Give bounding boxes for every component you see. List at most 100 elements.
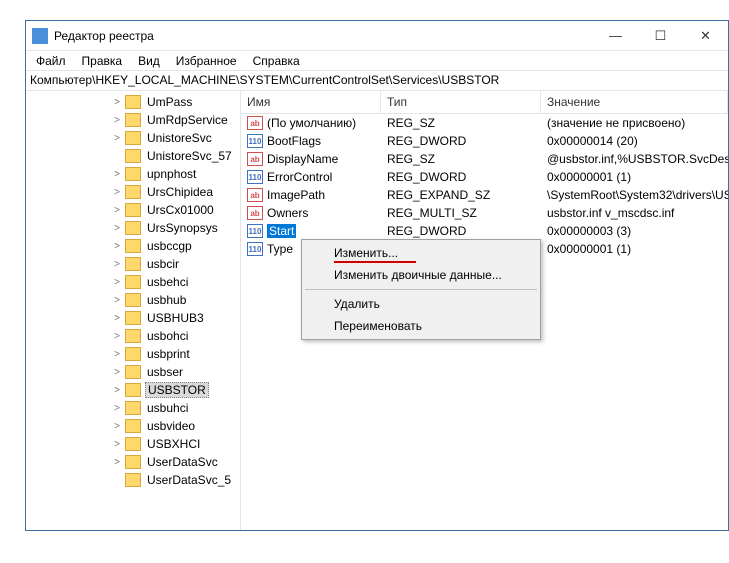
expand-icon[interactable]: > xyxy=(111,133,123,144)
expand-icon[interactable]: > xyxy=(111,457,123,468)
address-bar[interactable]: Компьютер\HKEY_LOCAL_MACHINE\SYSTEM\Curr… xyxy=(26,71,728,91)
folder-icon xyxy=(125,185,141,199)
expand-icon[interactable]: > xyxy=(111,367,123,378)
expand-icon[interactable]: > xyxy=(111,349,123,360)
tree-item-label: UserDataSvc_5 xyxy=(145,473,233,487)
value-name: Type xyxy=(267,242,293,256)
app-icon xyxy=(32,28,48,44)
value-name: DisplayName xyxy=(267,152,338,166)
tree-item-label: usbser xyxy=(145,365,185,379)
tree-item[interactable]: > usbser xyxy=(26,363,240,381)
menu-view[interactable]: Вид xyxy=(130,52,168,70)
value-row[interactable]: 110BootFlagsREG_DWORD0x00000014 (20) xyxy=(241,132,728,150)
value-row[interactable]: ab(По умолчанию)REG_SZ(значение не присв… xyxy=(241,114,728,132)
ctx-delete[interactable]: Удалить xyxy=(304,293,538,315)
ctx-modify[interactable]: Изменить... xyxy=(304,242,538,264)
tree-item[interactable]: >USBSTOR xyxy=(26,381,240,399)
tree-item-label: UserDataSvc xyxy=(145,455,220,469)
expand-icon[interactable]: > xyxy=(111,277,123,288)
folder-icon xyxy=(125,221,141,235)
tree-item[interactable]: >USBXHCI xyxy=(26,435,240,453)
tree-item-label: usbvideo xyxy=(145,419,197,433)
minimize-button[interactable]: — xyxy=(593,21,638,50)
value-row[interactable]: abDisplayNameREG_SZ@usbstor.inf,%USBSTOR… xyxy=(241,150,728,168)
expand-icon[interactable]: > xyxy=(111,241,123,252)
folder-icon xyxy=(125,293,141,307)
column-value[interactable]: Значение xyxy=(541,91,728,113)
tree-item[interactable]: >UrsSynopsys xyxy=(26,219,240,237)
ctx-modify-binary[interactable]: Изменить двоичные данные... xyxy=(304,264,538,286)
tree-item[interactable]: > upnphost xyxy=(26,165,240,183)
tree-item[interactable]: > usbcir xyxy=(26,255,240,273)
ctx-rename[interactable]: Переименовать xyxy=(304,315,538,337)
tree-item[interactable]: UserDataSvc_5 xyxy=(26,471,240,489)
expand-icon[interactable]: > xyxy=(111,115,123,126)
value-data: (значение не присвоено) xyxy=(541,116,728,130)
tree-item[interactable]: > usbehci xyxy=(26,273,240,291)
tree-item[interactable]: UnistoreSvc_57 xyxy=(26,147,240,165)
folder-icon xyxy=(125,365,141,379)
expand-icon[interactable]: > xyxy=(111,259,123,270)
expand-icon[interactable]: > xyxy=(111,169,123,180)
expand-icon[interactable]: > xyxy=(111,295,123,306)
expand-icon[interactable]: > xyxy=(111,223,123,234)
folder-icon xyxy=(125,239,141,253)
folder-icon xyxy=(125,473,141,487)
tree-item-label: usbccgp xyxy=(145,239,194,253)
maximize-button[interactable]: ☐ xyxy=(638,21,683,50)
menu-file[interactable]: Файл xyxy=(28,52,74,70)
columns-header: Имя Тип Значение xyxy=(241,91,728,114)
values-pane[interactable]: Имя Тип Значение ab(По умолчанию)REG_SZ(… xyxy=(241,91,728,530)
tree-item[interactable]: > USBHUB3 xyxy=(26,309,240,327)
tree-item[interactable]: > UserDataSvc xyxy=(26,453,240,471)
tree-item[interactable]: >UrsChipidea xyxy=(26,183,240,201)
tree-item[interactable]: >usbuhci xyxy=(26,399,240,417)
value-row[interactable]: abImagePathREG_EXPAND_SZ\SystemRoot\Syst… xyxy=(241,186,728,204)
tree-item-label: USBHUB3 xyxy=(145,311,206,325)
menu-favorites[interactable]: Избранное xyxy=(168,52,245,70)
expand-icon[interactable]: > xyxy=(111,385,123,396)
tree-item[interactable]: >UmRdpService xyxy=(26,111,240,129)
column-name[interactable]: Имя xyxy=(241,91,381,113)
expand-icon[interactable]: > xyxy=(111,439,123,450)
tree-item[interactable]: >UmPass xyxy=(26,93,240,111)
expand-icon[interactable]: > xyxy=(111,205,123,216)
tree-item[interactable]: >UrsCx01000 xyxy=(26,201,240,219)
expand-icon[interactable]: > xyxy=(111,421,123,432)
tree-item-label: usbehci xyxy=(145,275,190,289)
expand-icon[interactable]: > xyxy=(111,187,123,198)
menu-edit[interactable]: Правка xyxy=(74,52,131,70)
tree-item[interactable]: >UnistoreSvc xyxy=(26,129,240,147)
folder-icon xyxy=(125,203,141,217)
value-type: REG_EXPAND_SZ xyxy=(381,188,541,202)
value-row[interactable]: 110ErrorControlREG_DWORD0x00000001 (1) xyxy=(241,168,728,186)
folder-icon xyxy=(125,167,141,181)
value-type-icon: ab xyxy=(247,206,263,220)
value-type: REG_DWORD xyxy=(381,134,541,148)
value-name: BootFlags xyxy=(267,134,321,148)
expand-icon[interactable]: > xyxy=(111,331,123,342)
value-name: Start xyxy=(267,224,296,238)
tree-pane[interactable]: >UmPass>UmRdpService>UnistoreSvcUnistore… xyxy=(26,91,241,530)
tree-item[interactable]: > usbvideo xyxy=(26,417,240,435)
menu-help[interactable]: Справка xyxy=(245,52,308,70)
ctx-separator xyxy=(305,289,537,290)
tree-item[interactable]: >usbprint xyxy=(26,345,240,363)
value-row[interactable]: 110StartREG_DWORD0x00000003 (3) xyxy=(241,222,728,240)
tree-item-label: upnphost xyxy=(145,167,198,181)
highlight-underline xyxy=(334,261,416,263)
tree-item[interactable]: >usbhub xyxy=(26,291,240,309)
folder-icon xyxy=(125,113,141,127)
tree-item[interactable]: > usbccgp xyxy=(26,237,240,255)
expand-icon[interactable]: > xyxy=(111,97,123,108)
expand-icon[interactable]: > xyxy=(111,313,123,324)
column-type[interactable]: Тип xyxy=(381,91,541,113)
close-button[interactable]: ✕ xyxy=(683,21,728,50)
folder-icon xyxy=(125,95,141,109)
value-row[interactable]: abOwnersREG_MULTI_SZusbstor.inf v_mscdsc… xyxy=(241,204,728,222)
tree-item[interactable]: >usbohci xyxy=(26,327,240,345)
titlebar[interactable]: Редактор реестра — ☐ ✕ xyxy=(26,21,728,51)
expand-icon[interactable]: > xyxy=(111,403,123,414)
folder-icon xyxy=(125,455,141,469)
tree-item-label: usbcir xyxy=(145,257,181,271)
